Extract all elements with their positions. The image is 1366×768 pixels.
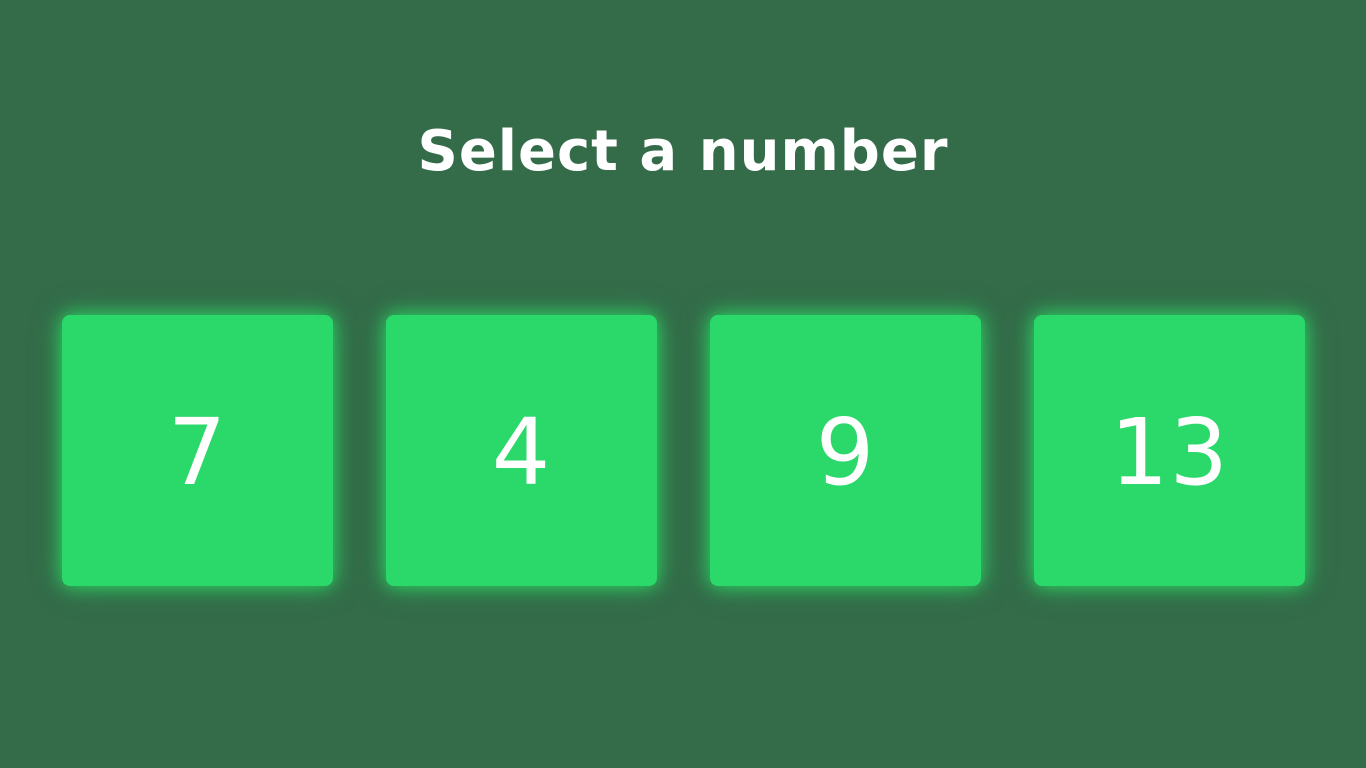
number-option-label: 9: [815, 398, 876, 506]
number-option-4[interactable]: 4: [386, 315, 657, 586]
number-option-7[interactable]: 7: [62, 315, 333, 586]
page-title: Select a number: [417, 119, 949, 184]
number-options: 7 4 9 13: [62, 315, 1305, 586]
number-option-13[interactable]: 13: [1034, 315, 1305, 586]
number-selection-screen: Select a number 7 4 9 13: [0, 0, 1366, 768]
number-option-label: 7: [167, 398, 228, 506]
number-option-label: 4: [491, 398, 552, 506]
number-option-9[interactable]: 9: [710, 315, 981, 586]
number-option-label: 13: [1109, 398, 1230, 506]
